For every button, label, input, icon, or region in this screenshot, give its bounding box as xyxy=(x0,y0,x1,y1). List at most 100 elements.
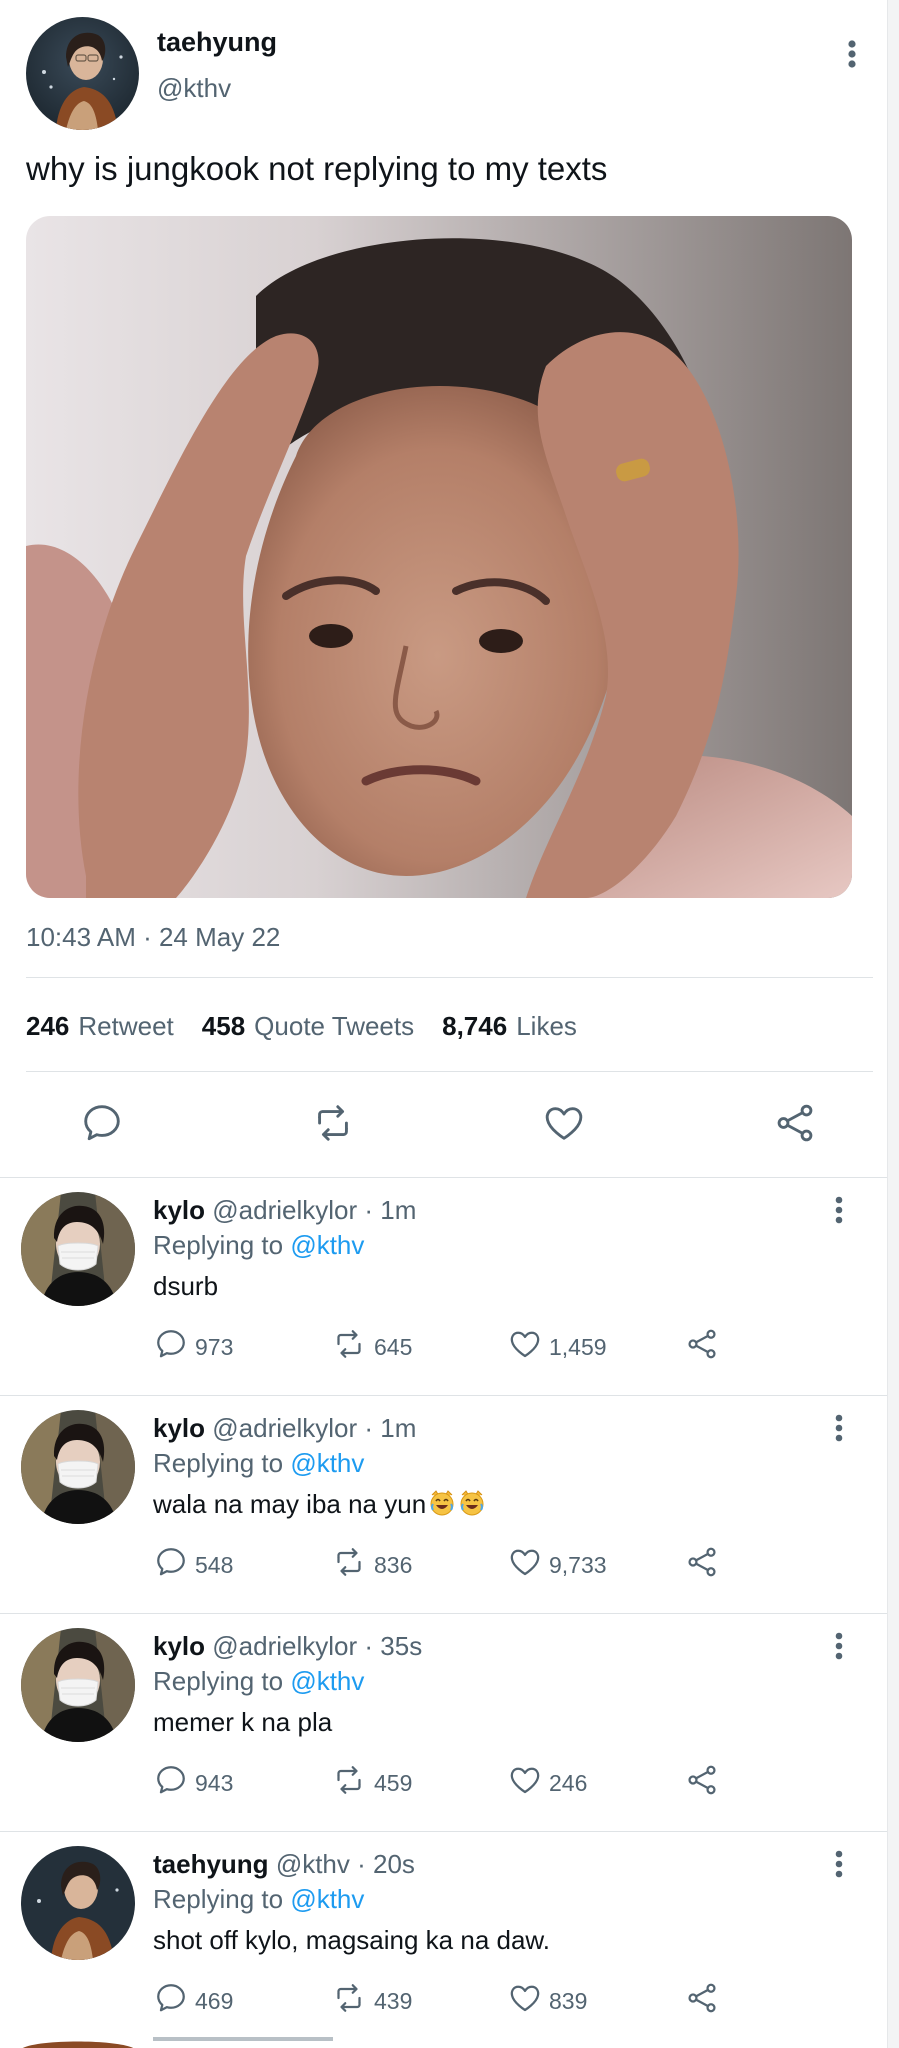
replying-to-prefix: Replying to xyxy=(153,1884,284,1914)
reply-text-row: shot off kylo, magsaing ka na daw. xyxy=(153,1925,550,1956)
share-icon[interactable] xyxy=(772,1100,818,1146)
like-count: 9,733 xyxy=(549,1551,607,1578)
tweet-detail-page: taehyung @kthv why is jungkook not reply… xyxy=(0,0,899,2048)
replying-to-mention[interactable]: @kthv xyxy=(290,1884,364,1914)
reply-button[interactable]: 973 xyxy=(153,1326,233,1368)
reply-icon xyxy=(153,1326,195,1368)
reply-author-name[interactable]: kylo xyxy=(153,1195,205,1225)
replying-to-prefix: Replying to xyxy=(153,1448,284,1478)
reply-author-handle[interactable]: @adrielkylor xyxy=(212,1413,357,1443)
share-icon xyxy=(684,1544,726,1586)
laughing-cat-emoji-icon xyxy=(426,1489,456,1519)
reply-count: 943 xyxy=(195,1769,234,1796)
like-button[interactable]: 9,733 xyxy=(507,1544,607,1586)
reply-author-handle[interactable]: @kthv xyxy=(276,1849,350,1879)
replying-to-prefix: Replying to xyxy=(153,1230,284,1260)
scrollbar-track[interactable] xyxy=(887,0,899,2048)
replying-to-mention[interactable]: @kthv xyxy=(290,1448,364,1478)
likes-label: Likes xyxy=(516,1011,577,1041)
like-icon[interactable] xyxy=(541,1100,587,1146)
share-icon xyxy=(684,1326,726,1368)
retweet-button[interactable]: 439 xyxy=(330,1980,412,2022)
reply-time[interactable]: · 1m xyxy=(364,1413,416,1443)
more-options-icon[interactable] xyxy=(828,1195,850,1225)
more-options-icon[interactable] xyxy=(828,1413,850,1443)
reply-tweet[interactable]: taehyung @kthv · 20s Replying to @kthv sho… xyxy=(0,1832,887,2048)
reply-author-handle[interactable]: @adrielkylor xyxy=(212,1195,357,1225)
retweet-icon xyxy=(330,1980,374,2022)
retweet-icon[interactable] xyxy=(310,1100,356,1146)
reply-tweet[interactable]: kylo @adrielkylor · 1m Replying to @kthv d… xyxy=(0,1178,887,1396)
more-options-icon[interactable] xyxy=(840,38,864,70)
replying-to: Replying to @kthv xyxy=(153,1884,364,1915)
reply-icon xyxy=(153,1980,195,2022)
like-icon xyxy=(507,1762,549,1804)
retweet-button[interactable]: 459 xyxy=(330,1762,412,1804)
reply-tweet[interactable]: kylo @adrielkylor · 1m Replying to @kthv w… xyxy=(0,1396,887,1614)
like-button[interactable]: 1,459 xyxy=(507,1326,607,1368)
quotes-count: 458 xyxy=(201,1011,246,1041)
reply-icon[interactable] xyxy=(79,1100,125,1146)
reply-tweet[interactable]: kylo @adrielkylor · 35s Replying to @kthv… xyxy=(0,1614,887,1832)
reply-time[interactable]: · 35s xyxy=(364,1631,422,1661)
share-button[interactable] xyxy=(684,1326,726,1368)
likes-stat[interactable]: 8,746 Likes xyxy=(442,1011,577,1042)
more-options-icon[interactable] xyxy=(828,1849,850,1879)
like-count: 1,459 xyxy=(549,1333,607,1360)
reply-header: kylo @adrielkylor · 35s xyxy=(153,1631,422,1662)
retweet-count: 439 xyxy=(374,1987,413,2014)
reply-author-name[interactable]: kylo xyxy=(153,1631,205,1661)
retweet-button[interactable]: 836 xyxy=(330,1544,412,1586)
likes-count: 8,746 xyxy=(442,1011,508,1041)
next-reply-partial xyxy=(0,2036,887,2048)
retweets-stat[interactable]: 246 Retweet xyxy=(26,1011,174,1042)
reply-header: kylo @adrielkylor · 1m xyxy=(153,1195,416,1226)
share-button[interactable] xyxy=(684,1762,726,1804)
reply-author-name[interactable]: kylo xyxy=(153,1413,205,1443)
quotes-label: Quote Tweets xyxy=(254,1011,415,1041)
avatar[interactable] xyxy=(21,1628,135,1742)
reply-button[interactable]: 943 xyxy=(153,1762,233,1804)
retweets-label: Retweet xyxy=(78,1011,174,1041)
retweet-button[interactable]: 645 xyxy=(330,1326,412,1368)
reply-button[interactable]: 548 xyxy=(153,1544,233,1586)
like-button[interactable]: 839 xyxy=(507,1980,587,2022)
avatar[interactable] xyxy=(26,17,139,130)
reply-time[interactable]: · 1m xyxy=(364,1195,416,1225)
more-options-icon[interactable] xyxy=(828,1631,850,1661)
reply-author-name[interactable]: taehyung xyxy=(153,1849,269,1879)
reply-text: memer k na pla xyxy=(153,1707,333,1737)
share-button[interactable] xyxy=(684,1544,726,1586)
reply-button[interactable]: 469 xyxy=(153,1980,233,2022)
avatar[interactable] xyxy=(21,1410,135,1524)
like-icon xyxy=(507,1544,549,1586)
replying-to: Replying to @kthv xyxy=(153,1666,364,1697)
tweet-timestamp[interactable]: 10:43 AM · 24 May 22 xyxy=(26,922,280,953)
tweet-photo[interactable] xyxy=(26,216,852,898)
laughing-cat-emoji-icon xyxy=(456,1489,486,1519)
reply-text: dsurb xyxy=(153,1271,219,1301)
replying-to-mention[interactable]: @kthv xyxy=(290,1666,364,1696)
share-icon xyxy=(684,1980,726,2022)
replying-to: Replying to @kthv xyxy=(153,1448,364,1479)
like-icon xyxy=(507,1326,549,1368)
retweet-icon xyxy=(330,1762,374,1804)
reply-text: wala na may iba na yun xyxy=(153,1489,427,1519)
avatar[interactable] xyxy=(21,1846,135,1960)
author-handle[interactable]: @kthv xyxy=(157,73,231,104)
quotes-stat[interactable]: 458 Quote Tweets xyxy=(202,1011,414,1042)
reply-count: 973 xyxy=(195,1333,234,1360)
replying-to-mention[interactable]: @kthv xyxy=(290,1230,364,1260)
retweets-count: 246 xyxy=(26,1011,70,1041)
avatar[interactable] xyxy=(21,1192,135,1306)
reply-text: shot off kylo, magsaing ka na daw. xyxy=(153,1925,550,1955)
author-name[interactable]: taehyung xyxy=(157,27,277,58)
like-button[interactable]: 246 xyxy=(507,1762,587,1804)
reply-time[interactable]: · 20s xyxy=(357,1849,415,1879)
share-button[interactable] xyxy=(684,1980,726,2022)
reply-icon xyxy=(153,1762,195,1804)
reply-author-handle[interactable]: @adrielkylor xyxy=(212,1631,357,1661)
divider xyxy=(26,977,873,978)
replying-to: Replying to @kthv xyxy=(153,1230,364,1261)
like-count: 246 xyxy=(549,1769,588,1796)
